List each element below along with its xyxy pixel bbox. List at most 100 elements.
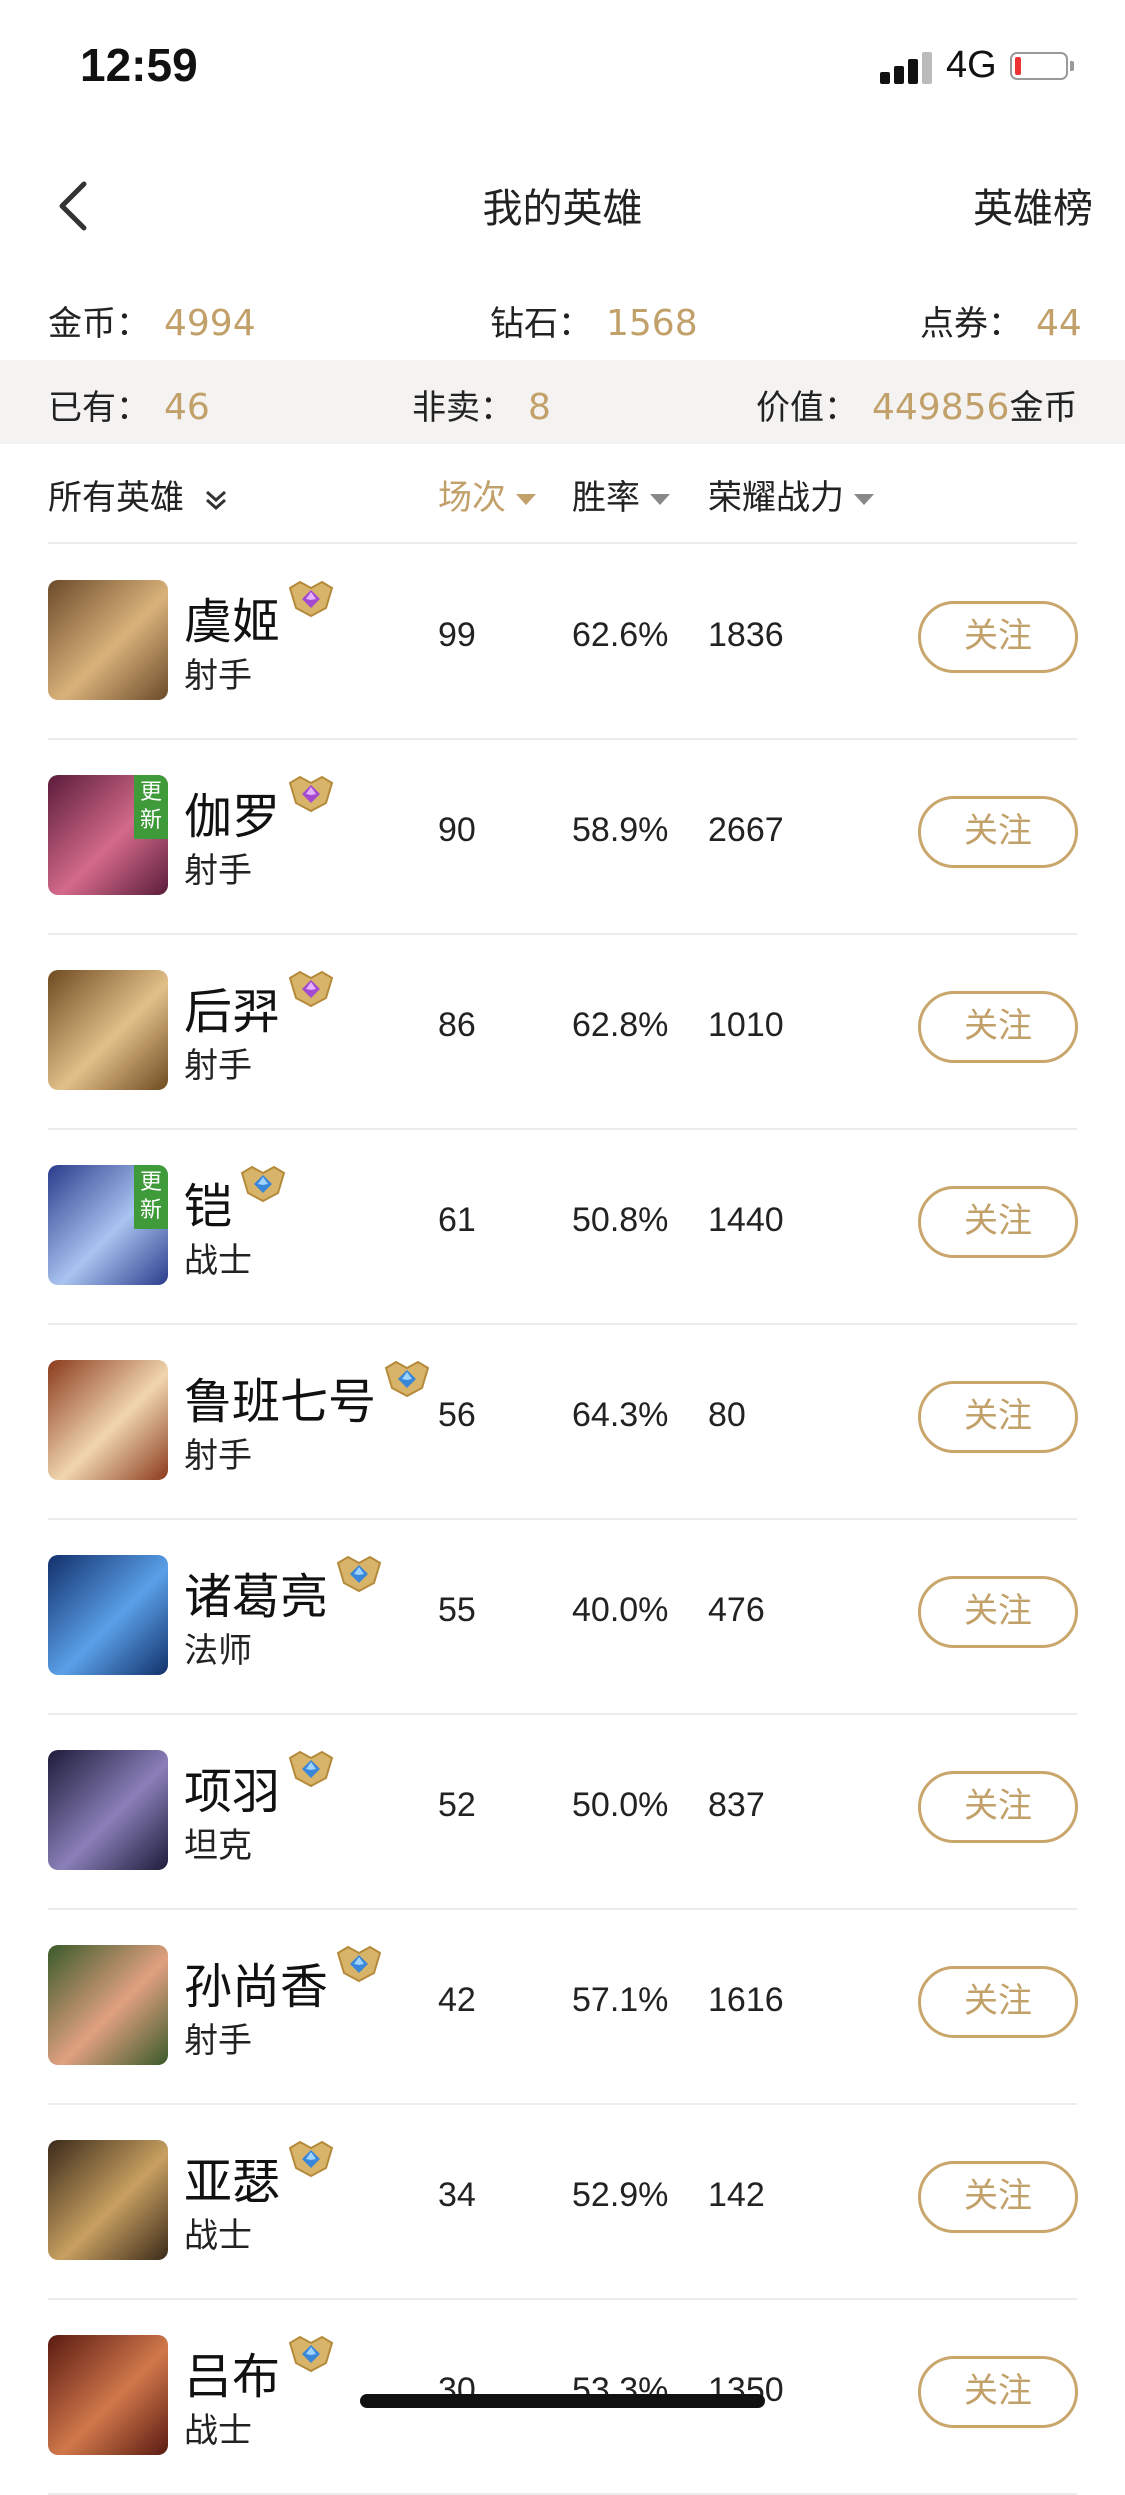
not-for-sale-stat: 非卖： 8	[412, 387, 551, 428]
hero-winrate: 62.8%	[572, 1006, 669, 1044]
hero-winrate: 58.9%	[572, 811, 669, 849]
page-title: 我的英雄	[482, 186, 643, 232]
hero-row[interactable]: 亚瑟 战士 34 52.9% 142 关注	[0, 2104, 1125, 2299]
follow-button[interactable]: 关注	[918, 796, 1078, 868]
hero-name: 虞姬	[184, 580, 336, 652]
hero-power: 80	[708, 1396, 746, 1434]
rank-badge-icon	[288, 970, 334, 1008]
hero-power: 837	[708, 1786, 765, 1824]
hero-name-text: 伽罗	[184, 789, 281, 845]
status-time: 12:59	[80, 39, 198, 91]
hero-name: 孙尚香	[184, 1945, 384, 2017]
caret-down-icon	[650, 494, 670, 505]
hero-role: 射手	[184, 1046, 252, 1086]
hero-avatar	[48, 1750, 168, 1870]
follow-button[interactable]: 关注	[918, 2161, 1078, 2233]
sort-power[interactable]: 荣耀战力	[708, 470, 874, 519]
currency-stats: 金币： 4994 钻石： 1568 点券： 44	[0, 276, 1125, 360]
hero-winrate: 62.6%	[572, 616, 669, 654]
hero-row[interactable]: 项羽坦克 52 50.0% 837 关注	[0, 1714, 1125, 1909]
hero-power: 2667	[708, 811, 784, 849]
hero-role: 射手	[184, 656, 252, 696]
hero-name-text: 孙尚香	[184, 1959, 329, 2015]
hero-name: 吕布	[184, 2335, 336, 2407]
follow-button[interactable]: 关注	[918, 1576, 1078, 1648]
hero-avatar: 更新	[48, 775, 168, 895]
hero-power: 1010	[708, 1006, 784, 1044]
new-tag: 更新	[134, 1165, 168, 1229]
follow-button[interactable]: 关注	[918, 1771, 1078, 1843]
owned-stat: 已有： 46	[48, 387, 210, 428]
hero-role: 坦克	[184, 1826, 252, 1866]
hero-row[interactable]: 鲁班七号 射手 56 64.3% 80 关注	[0, 1324, 1125, 1519]
hero-matches: 56	[438, 1396, 476, 1434]
hero-avatar	[48, 1945, 168, 2065]
hero-name: 铠	[184, 1165, 288, 1237]
sort-winrate[interactable]: 胜率	[572, 470, 670, 519]
hero-avatar: 更新	[48, 1165, 168, 1285]
hero-matches: 42	[438, 1981, 476, 2019]
hero-winrate: 50.0%	[572, 1786, 669, 1824]
rank-badge-icon	[288, 1750, 334, 1788]
diamonds-stat: 钻石： 1568	[490, 303, 698, 344]
signal-icon	[880, 48, 936, 84]
follow-button[interactable]: 关注	[918, 1966, 1078, 2038]
hero-matches: 52	[438, 1786, 476, 1824]
hero-name-text: 亚瑟	[184, 2154, 281, 2210]
status-bar: 12:59 4G	[0, 0, 1125, 140]
hero-avatar	[48, 2335, 168, 2455]
caret-down-icon	[854, 494, 874, 505]
hero-avatar	[48, 1360, 168, 1480]
hero-role: 法师	[184, 1631, 252, 1671]
hero-power: 142	[708, 2176, 765, 2214]
battery-icon	[1010, 52, 1074, 82]
hero-winrate: 40.0%	[572, 1591, 669, 1629]
hero-role: 战士	[184, 1241, 252, 1281]
hero-power: 476	[708, 1591, 765, 1629]
follow-button[interactable]: 关注	[918, 1186, 1078, 1258]
hero-matches: 90	[438, 811, 476, 849]
hero-matches: 99	[438, 616, 476, 654]
hero-name: 亚瑟	[184, 2140, 336, 2212]
hero-row[interactable]: 更新 伽罗 射手 90 58.9% 2667 关注	[0, 739, 1125, 934]
hero-row[interactable]: 更新铠战士 61 50.8% 1440 关注	[0, 1129, 1125, 1324]
hero-name-text: 吕布	[184, 2349, 281, 2405]
hero-role: 战士	[184, 2411, 252, 2451]
coins-stat: 金币： 4994	[48, 303, 256, 344]
hero-power: 1616	[708, 1981, 784, 2019]
hero-matches: 86	[438, 1006, 476, 1044]
hero-name-text: 诸葛亮	[184, 1569, 329, 1625]
vouchers-stat: 点券： 44	[920, 303, 1082, 344]
rank-badge-icon	[288, 775, 334, 813]
hero-role: 射手	[184, 2021, 252, 2061]
list-header: 所有英雄 场次 胜率 荣耀战力	[0, 444, 1125, 544]
hero-winrate: 50.8%	[572, 1201, 669, 1239]
hero-filter-dropdown[interactable]: 所有英雄	[48, 470, 229, 519]
hero-row[interactable]: 虞姬 射手 99 62.6% 1836 关注	[0, 544, 1125, 739]
hero-ranking-link[interactable]: 英雄榜	[973, 176, 1093, 234]
hero-row[interactable]: 后羿 射手 86 62.8% 1010 关注	[0, 934, 1125, 1129]
hero-matches: 34	[438, 2176, 476, 2214]
follow-button[interactable]: 关注	[918, 2356, 1078, 2428]
follow-button[interactable]: 关注	[918, 601, 1078, 673]
rank-badge-icon	[336, 1555, 382, 1593]
hero-winrate: 64.3%	[572, 1396, 669, 1434]
rank-badge-icon	[288, 2335, 334, 2373]
hero-matches: 55	[438, 1591, 476, 1629]
home-indicator	[360, 2394, 765, 2408]
hero-name: 后羿	[184, 970, 336, 1042]
hero-power: 1440	[708, 1201, 784, 1239]
hero-row[interactable]: 诸葛亮法师 55 40.0% 476 关注	[0, 1519, 1125, 1714]
hero-row[interactable]: 孙尚香射手 42 57.1% 1616 关注	[0, 1909, 1125, 2104]
follow-button[interactable]: 关注	[918, 1381, 1078, 1453]
hero-matches: 61	[438, 1201, 476, 1239]
hero-name-text: 项羽	[184, 1764, 281, 1820]
worth-stat: 价值： 449856金币	[756, 387, 1078, 428]
hero-winrate: 57.1%	[572, 1981, 669, 2019]
rank-badge-icon	[240, 1165, 286, 1203]
hero-avatar	[48, 970, 168, 1090]
sort-matches[interactable]: 场次	[438, 470, 536, 519]
follow-button[interactable]: 关注	[918, 991, 1078, 1063]
new-tag: 更新	[134, 775, 168, 839]
rank-badge-icon	[336, 1945, 382, 1983]
